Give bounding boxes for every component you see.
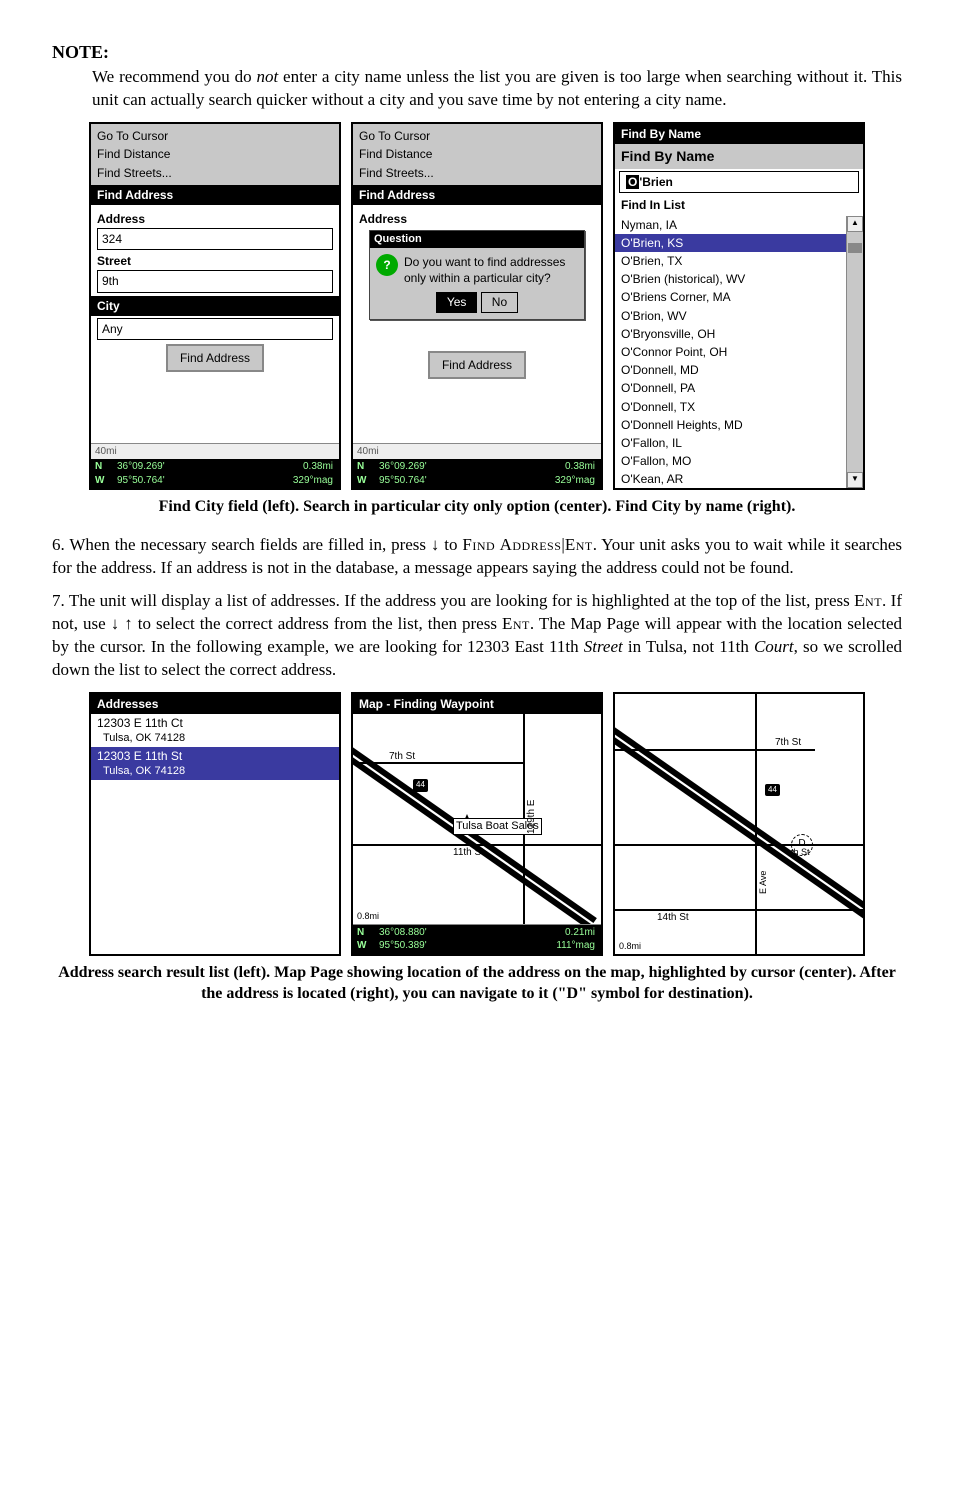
menu-find-streets[interactable]: Find Streets... xyxy=(359,164,595,182)
list-item[interactable]: O'Connor Point, OH xyxy=(615,343,863,361)
step-6: 6. When the necessary search fields are … xyxy=(52,534,902,580)
list-item[interactable]: O'Brien, TX xyxy=(615,252,863,270)
street-label: 7th St xyxy=(775,736,801,750)
panel-title: Addresses xyxy=(91,694,339,714)
find-address-question-panel: Go To Cursor Find Distance Find Streets.… xyxy=(351,122,603,490)
find-in-list-label: Find In List xyxy=(615,195,863,215)
note-text: We recommend you do not enter a city nam… xyxy=(92,66,902,112)
street-label: E Ave xyxy=(757,870,769,893)
scroll-thumb[interactable] xyxy=(848,243,862,253)
address-list[interactable]: 12303 E 11th Ct Tulsa, OK 74128 12303 E … xyxy=(91,714,339,954)
map-scale: 0.8mi xyxy=(619,940,641,952)
status-bar: 40mi NW 36°09.269'95°50.764' 0.38mi329°m… xyxy=(91,443,339,489)
road-line xyxy=(615,844,863,846)
list-item[interactable]: O'Donnell Heights, MD xyxy=(615,416,863,434)
street-label: 11th St xyxy=(453,846,484,860)
scroll-down-icon[interactable]: ▼ xyxy=(847,472,863,488)
list-item[interactable]: 12303 E 11th St Tulsa, OK 74128 xyxy=(91,747,339,780)
name-input[interactable]: O'Brien xyxy=(619,171,859,193)
status-bar: 40mi NW 36°09.269'95°50.764' 0.38mi329°m… xyxy=(353,443,601,489)
figure-1-caption: Find City field (left). Search in partic… xyxy=(52,496,902,518)
street-label: 14th St xyxy=(657,911,689,925)
city-label: City xyxy=(91,296,339,316)
list-item[interactable]: O'Fallon, MO xyxy=(615,452,863,470)
street-label: th St xyxy=(791,846,810,858)
context-menu: Go To Cursor Find Distance Find Streets.… xyxy=(91,124,339,185)
dialog-text: Do you want to find addresses only withi… xyxy=(404,254,578,286)
route-shield-icon: 44 xyxy=(413,779,428,792)
address-label: Address xyxy=(97,211,333,227)
list-item[interactable]: 12303 E 11th Ct Tulsa, OK 74128 xyxy=(91,714,339,747)
street-label: Street xyxy=(97,253,333,269)
figure-2-caption: Address search result list (left). Map P… xyxy=(52,962,902,1005)
status-bar: NW 36°08.880'95°50.389' 0.21mi111°mag xyxy=(353,924,601,954)
find-address-panel: Go To Cursor Find Distance Find Streets.… xyxy=(89,122,341,490)
list-item[interactable]: O'Bryonsville, OH xyxy=(615,325,863,343)
step-7: 7. The unit will display a list of addre… xyxy=(52,590,902,682)
road-line xyxy=(615,909,863,911)
menu-goto-cursor[interactable]: Go To Cursor xyxy=(97,127,333,145)
list-item[interactable]: O'Donnell, TX xyxy=(615,398,863,416)
list-item[interactable]: O'Brien, KS xyxy=(615,234,863,252)
find-address-button[interactable]: Find Address xyxy=(428,351,526,379)
menu-find-distance[interactable]: Find Distance xyxy=(359,145,595,163)
map-navigate-panel: 44 D th St 14th St 7th St E Ave 0.8mi xyxy=(613,692,865,956)
yes-button[interactable]: Yes xyxy=(436,292,478,312)
panel-title: Find Address xyxy=(353,185,601,205)
menu-find-distance[interactable]: Find Distance xyxy=(97,145,333,163)
panel-title: Map - Finding Waypoint xyxy=(353,694,601,714)
find-by-name-panel: Find By Name Find By Name O'Brien Find I… xyxy=(613,122,865,490)
scrollbar[interactable]: ▲ ▼ xyxy=(846,216,863,489)
menu-find-streets[interactable]: Find Streets... xyxy=(97,164,333,182)
map-canvas[interactable]: 44 D th St 14th St 7th St E Ave 0.8mi xyxy=(615,694,863,954)
street-label: 7th St xyxy=(389,750,415,764)
find-address-button[interactable]: Find Address xyxy=(166,344,264,372)
scroll-up-icon[interactable]: ▲ xyxy=(847,216,863,232)
map-finding-panel: Map - Finding Waypoint 44 Tulsa Boat Sal… xyxy=(351,692,603,956)
list-item[interactable]: O'Briens Corner, MA xyxy=(615,288,863,306)
list-item[interactable]: O'Brion, WV xyxy=(615,307,863,325)
map-scale: 0.8mi xyxy=(357,910,379,922)
menu-goto-cursor[interactable]: Go To Cursor xyxy=(359,127,595,145)
panel-top-title: Find By Name xyxy=(615,124,863,144)
panel-title: Find By Name xyxy=(615,144,863,169)
list-item[interactable]: Nyman, IA xyxy=(615,216,863,234)
question-dialog: Question ? Do you want to find addresses… xyxy=(369,230,585,319)
street-label: 129th E xyxy=(525,799,539,833)
road-line xyxy=(755,694,757,954)
dialog-title: Question xyxy=(370,231,584,248)
no-button[interactable]: No xyxy=(481,292,518,312)
city-list[interactable]: Nyman, IA O'Brien, KS O'Brien, TX O'Brie… xyxy=(615,216,863,489)
road-line xyxy=(353,762,523,764)
route-shield-icon: 44 xyxy=(765,784,780,797)
address-input[interactable]: 324 xyxy=(97,228,333,250)
note-label: NOTE: xyxy=(52,40,902,64)
map-canvas[interactable]: 44 Tulsa Boat Sales 11th St 129th E 7th … xyxy=(353,714,601,924)
figure-1: Go To Cursor Find Distance Find Streets.… xyxy=(52,122,902,490)
list-item[interactable]: O'Donnell, PA xyxy=(615,379,863,397)
street-input[interactable]: 9th xyxy=(97,270,333,292)
list-item[interactable]: O'Fallon, IL xyxy=(615,434,863,452)
panel-title: Find Address xyxy=(91,185,339,205)
figure-2: Addresses 12303 E 11th Ct Tulsa, OK 7412… xyxy=(52,692,902,956)
addresses-panel: Addresses 12303 E 11th Ct Tulsa, OK 7412… xyxy=(89,692,341,956)
city-input[interactable]: Any xyxy=(97,318,333,340)
address-label: Address xyxy=(359,211,595,227)
list-item[interactable]: O'Donnell, MD xyxy=(615,361,863,379)
question-icon: ? xyxy=(376,254,398,276)
list-item[interactable]: O'Kean, AR xyxy=(615,470,863,488)
list-item[interactable]: O'Brien (historical), WV xyxy=(615,270,863,288)
